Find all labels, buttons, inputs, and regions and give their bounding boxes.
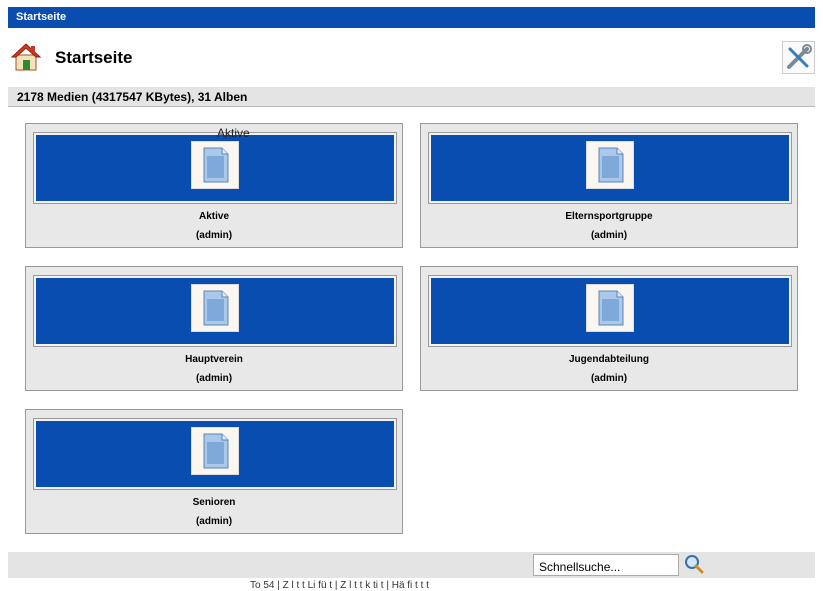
album-thumbnail-panel[interactable] [428, 275, 792, 347]
album-owner: (admin) [195, 373, 233, 384]
album-card[interactable]: Jugendabteilung (admin) [420, 266, 798, 391]
album-thumbnail-panel[interactable] [33, 132, 397, 204]
album-owner: (admin) [195, 516, 233, 527]
stats-bar: 2178 Medien (4317547 KBytes), 31 Alben [8, 87, 815, 107]
album-name[interactable]: Aktive [26, 211, 402, 222]
album-icon[interactable] [191, 141, 239, 189]
album-owner: (admin) [590, 230, 628, 241]
page-title: Startseite [55, 48, 133, 67]
album-owner: (admin) [195, 230, 233, 241]
album-name[interactable]: Hauptverein [26, 354, 402, 365]
album-thumbnail-panel[interactable] [33, 418, 397, 490]
top-title: Startseite [16, 11, 67, 23]
album-thumbnail-panel[interactable] [33, 275, 397, 347]
quick-search-input[interactable] [533, 554, 679, 576]
top-title-bar: Startseite [8, 7, 815, 28]
album-card[interactable]: Elternsportgruppe (admin) [420, 123, 798, 248]
magnifier-icon[interactable] [683, 553, 705, 575]
album-name[interactable]: Jugendabteilung [421, 354, 797, 365]
footer-bar [8, 552, 815, 578]
stats-text: 2178 Medien (4317547 KBytes), 31 Alben [17, 90, 248, 104]
album-thumbnail-panel[interactable] [428, 132, 792, 204]
hover-tooltip: Aktive [217, 126, 250, 140]
home-icon[interactable] [10, 41, 42, 73]
album-icon[interactable] [586, 284, 634, 332]
album-card[interactable]: Hauptverein (admin) [25, 266, 403, 391]
album-icon[interactable] [586, 141, 634, 189]
album-card[interactable]: Aktive (admin) [25, 123, 403, 248]
album-name[interactable]: Senioren [26, 497, 402, 508]
tools-icon[interactable] [782, 41, 815, 74]
page-header: Startseite [8, 38, 815, 78]
album-owner: (admin) [590, 373, 628, 384]
album-name[interactable]: Elternsportgruppe [421, 211, 797, 222]
album-icon[interactable] [191, 284, 239, 332]
album-icon[interactable] [191, 427, 239, 475]
album-card[interactable]: Senioren (admin) [25, 409, 403, 534]
